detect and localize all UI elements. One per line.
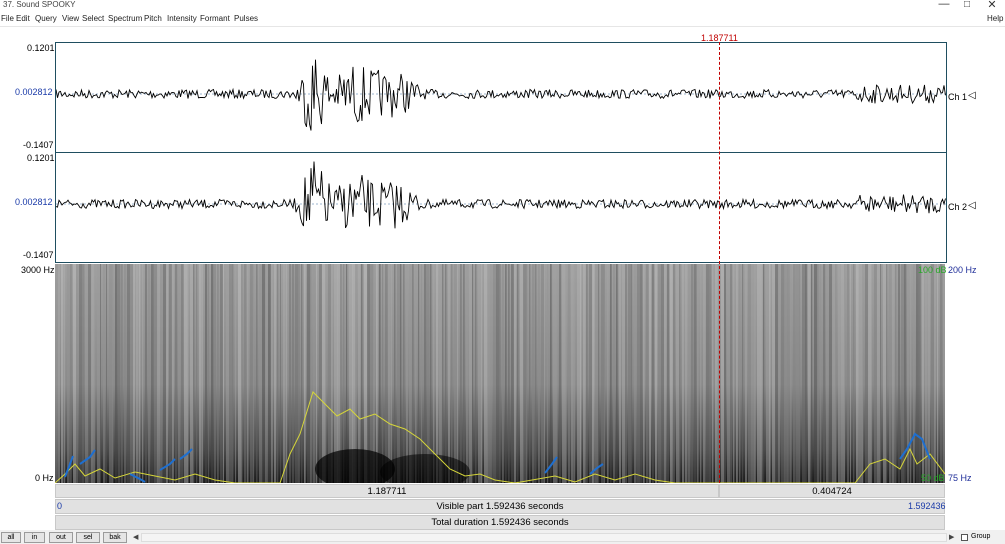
zoom-selection-button[interactable]: sel bbox=[76, 532, 100, 543]
window-title: 37. Sound SPOOKY bbox=[3, 0, 76, 9]
visible-end-time: 1.592436 bbox=[908, 501, 946, 511]
ch1-mid-label: 0.002812 bbox=[15, 87, 53, 97]
segment-after-cursor[interactable]: 0.404724 bbox=[719, 484, 945, 498]
cursor-time-label: 1.187711 bbox=[701, 33, 738, 43]
waveform-channel-2[interactable] bbox=[55, 152, 947, 263]
menu-intensity[interactable]: Intensity bbox=[167, 14, 197, 23]
intensity-max-db: 100 dB bbox=[918, 265, 947, 275]
segment-before-duration: 1.187711 bbox=[367, 486, 407, 497]
zoom-all-button[interactable]: all bbox=[1, 532, 21, 543]
menu-edit[interactable]: Edit bbox=[16, 14, 30, 23]
segment-after-duration: 0.404724 bbox=[812, 486, 852, 497]
intensity-min-db: 50 dB bbox=[921, 473, 945, 483]
menu-select[interactable]: Select bbox=[82, 14, 104, 23]
menu-view[interactable]: View bbox=[62, 14, 79, 23]
spectrogram-max-freq: 3000 Hz bbox=[21, 265, 55, 275]
speaker-ch2-icon[interactable]: ◁ bbox=[968, 200, 976, 211]
group-label: Group bbox=[971, 533, 991, 540]
waveform-channel-1[interactable] bbox=[55, 42, 947, 153]
close-button[interactable]: ✕ bbox=[985, 0, 999, 11]
menu-formant[interactable]: Formant bbox=[200, 14, 230, 23]
pitch-min-label: 75 Hz bbox=[948, 473, 972, 483]
menu-pitch[interactable]: Pitch bbox=[144, 14, 162, 23]
ch2-min-label: -0.1407 bbox=[23, 250, 54, 260]
ch2-mid-label: 0.002812 bbox=[15, 197, 53, 207]
visible-part-bar[interactable]: Visible part 1.592436 seconds bbox=[55, 499, 945, 514]
total-duration-bar[interactable]: Total duration 1.592436 seconds bbox=[55, 515, 945, 530]
menu-query[interactable]: Query bbox=[35, 14, 57, 23]
ch1-max-label: 0.1201 bbox=[27, 43, 55, 53]
ch2-label: Ch 2 bbox=[948, 202, 968, 212]
scroll-left-icon[interactable]: ◀ bbox=[133, 533, 138, 541]
maximize-button[interactable]: □ bbox=[960, 0, 974, 10]
group-checkbox[interactable] bbox=[961, 534, 968, 541]
minimize-button[interactable]: — bbox=[937, 0, 951, 10]
segment-before-cursor[interactable]: 1.187711 bbox=[55, 484, 719, 498]
menu-spectrum[interactable]: Spectrum bbox=[108, 14, 142, 23]
zoom-in-button[interactable]: in bbox=[24, 532, 45, 543]
horizontal-scrollbar[interactable] bbox=[141, 533, 947, 542]
ch2-max-label: 0.1201 bbox=[27, 153, 55, 163]
total-duration-text: Total duration 1.592436 seconds bbox=[431, 517, 569, 528]
cursor-line bbox=[719, 42, 720, 483]
scroll-right-icon[interactable]: ▶ bbox=[949, 533, 954, 541]
menu-file[interactable]: File bbox=[1, 14, 14, 23]
menu-help[interactable]: Help bbox=[987, 14, 1003, 23]
speaker-ch1-icon[interactable]: ◁ bbox=[968, 90, 976, 101]
visible-start-time: 0 bbox=[57, 501, 63, 511]
ch1-min-label: -0.1407 bbox=[23, 140, 54, 150]
visible-part-text: Visible part 1.592436 seconds bbox=[436, 501, 564, 512]
menu-pulses[interactable]: Pulses bbox=[234, 14, 258, 23]
spectrogram-min-freq: 0 Hz bbox=[35, 473, 54, 483]
title-bar bbox=[0, 0, 1005, 11]
pitch-max-label: 200 Hz bbox=[948, 265, 977, 275]
spectrogram[interactable] bbox=[55, 264, 945, 483]
ch1-label: Ch 1 bbox=[948, 92, 968, 102]
zoom-back-button[interactable]: bak bbox=[103, 532, 127, 543]
zoom-out-button[interactable]: out bbox=[49, 532, 73, 543]
